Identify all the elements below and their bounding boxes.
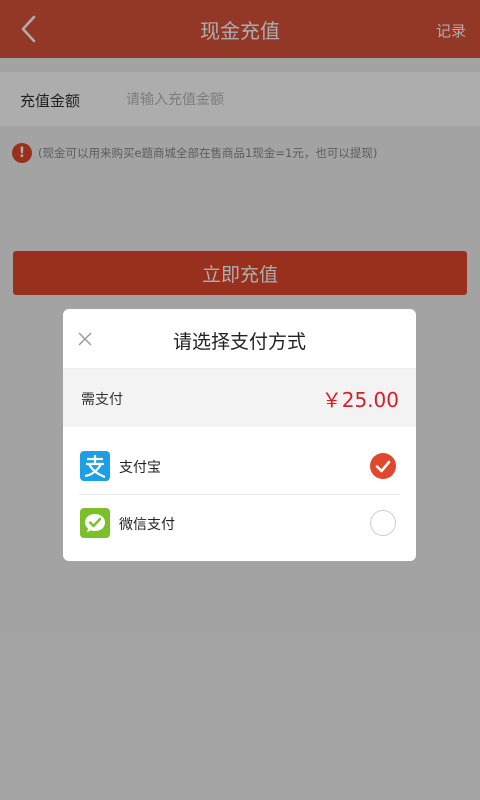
payment-option-label: 支付宝 [119, 460, 161, 476]
dialog-title: 请选择支付方式 [172, 331, 306, 353]
payment-option-wechat[interactable]: 微信支付 [63, 495, 416, 552]
dialog-header: 请选择支付方式 [63, 309, 416, 369]
payment-option-alipay[interactable]: 支付宝 [63, 438, 416, 495]
payment-due-row: 需支付 ￥25.00 [63, 369, 416, 427]
payment-option-label: 微信支付 [119, 517, 175, 533]
payment-due-label: 需支付 [81, 392, 123, 408]
selected-check-icon[interactable] [370, 453, 396, 479]
unselected-radio-icon[interactable] [370, 510, 396, 536]
wechat-pay-icon [80, 508, 110, 538]
payment-due-amount: ￥25.00 [321, 388, 399, 412]
payment-method-dialog: 请选择支付方式 需支付 ￥25.00 支付宝 微信支付 [63, 309, 416, 561]
alipay-icon [80, 451, 110, 481]
